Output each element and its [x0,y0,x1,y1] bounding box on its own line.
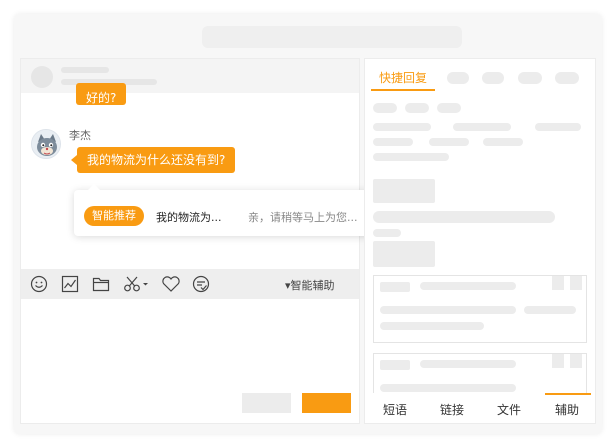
footer-tab-assist[interactable]: 辅助 [555,401,579,418]
card-action-placeholder[interactable] [552,276,564,290]
card-action-placeholder[interactable] [570,354,582,368]
text-placeholder [429,138,469,146]
previous-message-text: 好的? [86,91,117,105]
filter-placeholder[interactable] [373,103,397,113]
card-title-placeholder [420,360,516,368]
suggestion-question: 我的物流为... [156,211,222,224]
text-placeholder [453,123,511,131]
cat-avatar-icon [32,130,60,158]
smart-assist-toggle[interactable]: ▾智能辅助 [285,277,335,293]
card-line-placeholder [380,384,516,392]
footer-tab-files[interactable]: 文件 [497,401,521,418]
heart-icon[interactable] [161,275,181,293]
tab-placeholder[interactable] [447,72,469,84]
filter-placeholder[interactable] [437,103,461,113]
smart-recommend-tag: 智能推荐 [84,206,144,226]
reply-card[interactable] [373,275,587,343]
tab-placeholder[interactable] [555,72,579,84]
active-tab-indicator [371,89,435,91]
text-placeholder [535,123,581,131]
card-title-placeholder [420,282,516,290]
tab-placeholder[interactable] [482,72,504,84]
customer-avatar[interactable] [31,129,61,159]
footer-tab-phrases[interactable]: 短语 [383,401,407,418]
card-line-placeholder [380,306,516,314]
emoji-icon[interactable] [30,275,48,293]
card-tag-placeholder [380,282,410,292]
chat-panel: 好的? 李杰 我的物流为什么还没有到? ▾智能辅助 [20,58,360,424]
card-tag-placeholder [380,360,410,370]
card-line-placeholder [380,322,484,330]
text-placeholder [373,138,413,146]
chat-header [21,59,359,93]
text-placeholder [373,211,555,223]
group-header-placeholder[interactable] [373,179,435,203]
header-avatar-placeholder [31,66,53,88]
text-placeholder [373,153,449,161]
input-toolbar: ▾智能辅助 [21,269,359,299]
filter-placeholder[interactable] [405,103,429,113]
card-action-placeholder[interactable] [552,354,564,368]
card-action-placeholder[interactable] [570,276,582,290]
side-footer-tabs: 短语 链接 文件 辅助 [365,393,595,423]
sender-name: 李杰 [69,129,91,142]
suggestion-answer[interactable]: 亲，请稍等马上为您... [248,209,358,225]
customer-message-bubble: 我的物流为什么还没有到? [70,147,236,173]
scissors-icon[interactable] [123,275,149,293]
card-line-placeholder [524,306,576,314]
text-placeholder [483,138,523,146]
text-placeholder [373,123,431,131]
footer-tab-links[interactable]: 链接 [440,401,464,418]
image-icon[interactable] [61,275,79,293]
footer-active-indicator [545,393,591,395]
title-bar-placeholder [202,26,462,48]
header-text-placeholder [61,67,109,73]
text-placeholder [373,229,401,237]
quick-reply-panel: 快捷回复 短语 链接 文件 辅助 [364,58,596,424]
tab-placeholder[interactable] [518,72,542,84]
close-chat-button[interactable] [242,393,291,413]
send-message-button[interactable] [302,393,351,413]
tab-quick-reply[interactable]: 快捷回复 [379,69,427,86]
folder-icon[interactable] [92,275,110,293]
evaluation-icon[interactable] [192,275,210,293]
group-header-placeholder[interactable] [373,241,435,267]
previous-message-bubble: 好的? [76,83,127,105]
